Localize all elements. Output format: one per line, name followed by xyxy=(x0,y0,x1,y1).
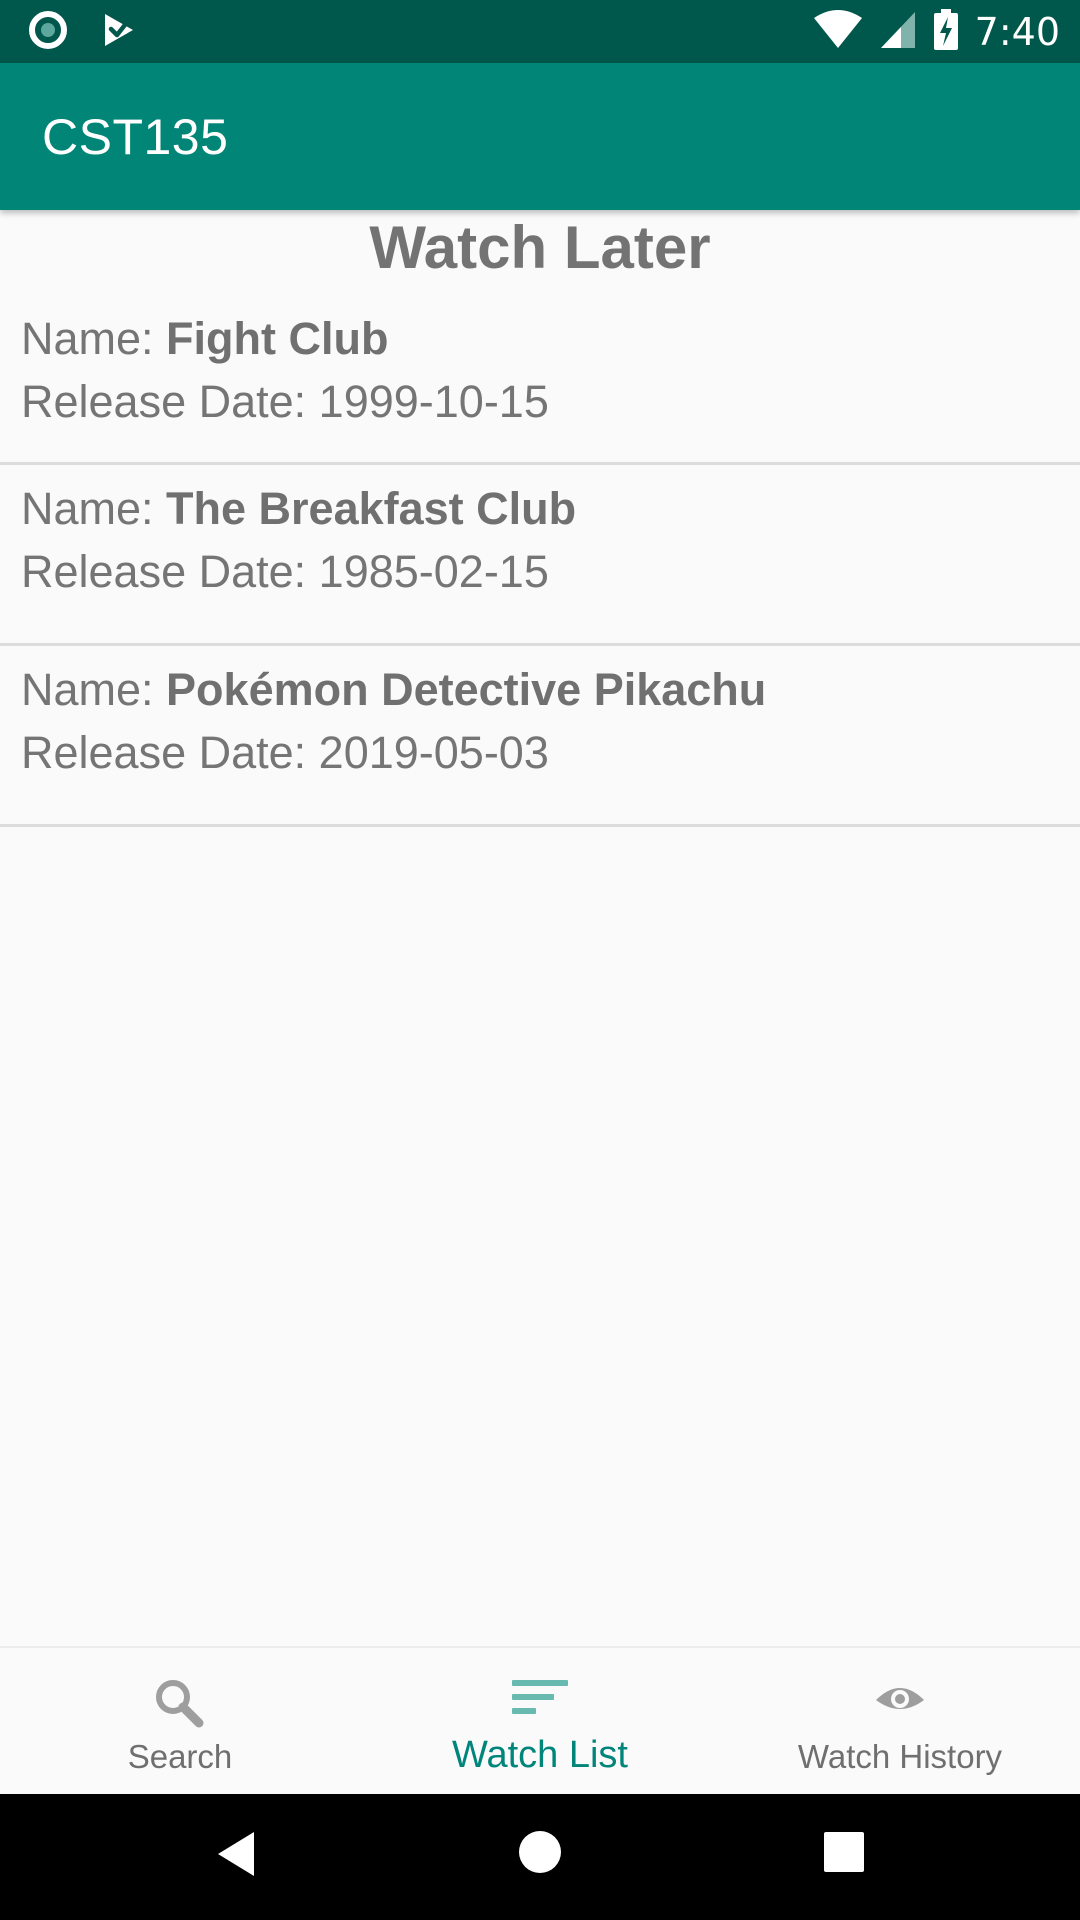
nav-label-watch-list: Watch List xyxy=(452,1734,628,1776)
list-item[interactable]: Name: Fight Club Release Date: 1999-10-1… xyxy=(0,307,1080,465)
release-prefix: Release Date: xyxy=(21,546,319,597)
page-title: Watch Later xyxy=(369,214,711,281)
nav-item-watch-history[interactable]: Watch History xyxy=(720,1648,1080,1794)
movie-release-line: Release Date: 1999-10-15 xyxy=(21,370,1080,433)
search-icon xyxy=(154,1678,206,1733)
list-item[interactable]: Name: Pokémon Detective Pikachu Release … xyxy=(0,646,1080,827)
movie-name: Pokémon Detective Pikachu xyxy=(166,664,767,715)
movie-name-line: Name: Fight Club xyxy=(21,307,1080,370)
movie-name-line: Name: The Breakfast Club xyxy=(21,477,1080,540)
release-prefix: Release Date: xyxy=(21,376,319,427)
app-bar: CST135 xyxy=(0,63,1080,210)
status-bar: 7:40 xyxy=(0,0,1080,63)
recents-icon[interactable] xyxy=(824,1832,864,1876)
movie-name-line: Name: Pokémon Detective Pikachu xyxy=(21,658,1080,721)
nav-label-search: Search xyxy=(127,1738,233,1775)
list-icon xyxy=(512,1678,568,1723)
release-date: 1999-10-15 xyxy=(318,376,549,427)
list-item[interactable]: Name: The Breakfast Club Release Date: 1… xyxy=(0,465,1080,646)
nav-item-search[interactable]: Search xyxy=(0,1648,360,1794)
main-content: Watch Later Name: Fight Club Release Dat… xyxy=(0,210,1080,1646)
release-date: 1985-02-15 xyxy=(318,546,549,597)
nav-item-watch-list[interactable]: Watch List xyxy=(360,1648,720,1794)
name-prefix: Name: xyxy=(21,313,167,364)
back-icon[interactable] xyxy=(216,1830,256,1882)
name-prefix: Name: xyxy=(21,483,167,534)
movie-name: The Breakfast Club xyxy=(166,483,577,534)
home-icon[interactable] xyxy=(518,1830,562,1878)
release-date: 2019-05-03 xyxy=(318,727,549,778)
movie-release-line: Release Date: 2019-05-03 xyxy=(21,721,1080,784)
eye-icon xyxy=(874,1682,926,1723)
record-icon xyxy=(28,10,68,54)
release-prefix: Release Date: xyxy=(21,727,319,778)
name-prefix: Name: xyxy=(21,664,167,715)
nav-label-watch-history: Watch History xyxy=(797,1738,1003,1775)
app-title: CST135 xyxy=(42,109,229,165)
system-navigation-bar xyxy=(0,1794,1080,1920)
bottom-navigation: Search Watch List Watch History xyxy=(0,1646,1080,1794)
wifi-icon xyxy=(813,10,863,54)
signal-icon xyxy=(879,10,917,54)
movie-name: Fight Club xyxy=(166,313,389,364)
status-time: 7:40 xyxy=(974,10,1060,54)
play-store-icon xyxy=(102,12,136,52)
battery-charging-icon xyxy=(933,9,959,55)
movie-list: Name: Fight Club Release Date: 1999-10-1… xyxy=(0,307,1080,827)
movie-release-line: Release Date: 1985-02-15 xyxy=(21,540,1080,603)
